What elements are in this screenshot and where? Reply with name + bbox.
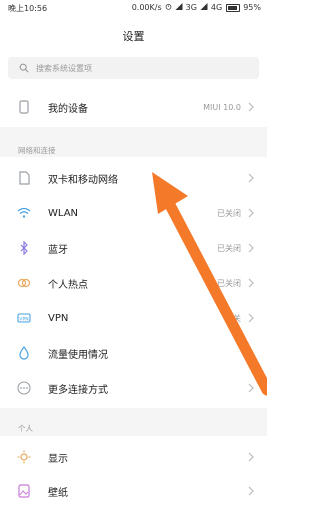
row-wallpaper[interactable]: 壁纸 — [0, 474, 267, 508]
chevron-right-icon — [247, 348, 255, 358]
row-wlan[interactable]: WLAN 已关闭 — [0, 196, 267, 230]
phone-icon — [17, 100, 31, 114]
dual-sim-label: 双卡和移动网络 — [48, 174, 118, 186]
section-header-network: 网络和连接 — [18, 146, 56, 155]
more-connections-label: 更多连接方式 — [48, 384, 108, 396]
network-speed: 0.00K/s — [131, 3, 162, 12]
battery-icon — [226, 3, 241, 12]
row-dual-sim[interactable]: 双卡和移动网络 — [0, 161, 267, 195]
chevron-right-icon — [247, 278, 255, 288]
data-usage-label: 流量使用情况 — [48, 349, 108, 361]
bluetooth-value: 已关闭 — [217, 243, 241, 253]
more-dots-icon — [17, 381, 31, 395]
status-indicators: 0.00K/s 3G 4G 95% — [132, 3, 261, 12]
chevron-right-icon — [247, 313, 255, 323]
battery-percent: 95% — [243, 3, 261, 12]
wlan-label: WLAN — [48, 207, 79, 219]
chevron-right-icon — [247, 102, 255, 112]
vpn-value: 未关 — [225, 313, 241, 323]
wallpaper-label: 壁纸 — [48, 487, 68, 499]
wifi-icon — [17, 206, 31, 220]
alarm-icon — [165, 3, 172, 12]
status-time: 晚上10:56 — [8, 4, 48, 13]
hotspot-value: 已关闭 — [217, 278, 241, 288]
svg-text:VPN: VPN — [19, 316, 28, 322]
search-placeholder: 搜索系统设置项 — [36, 63, 92, 73]
row-vpn[interactable]: VPN VPN 未关 — [0, 301, 267, 335]
search-input[interactable]: 搜索系统设置项 — [8, 57, 259, 79]
section-header-personal: 个人 — [18, 424, 33, 433]
signal-icon — [175, 3, 183, 12]
page-title: 设置 — [122, 30, 145, 43]
row-bluetooth[interactable]: 蓝牙 已关闭 — [0, 231, 267, 265]
display-label: 显示 — [48, 453, 68, 465]
vpn-label: VPN — [48, 312, 69, 324]
my-device-label: 我的设备 — [48, 103, 88, 115]
status-bar: 晚上10:56 0.00K/s 3G 4G 95% — [0, 0, 267, 16]
chevron-right-icon — [247, 383, 255, 393]
hotspot-label: 个人热点 — [48, 279, 88, 291]
network-type-3g: 3G — [185, 3, 197, 12]
section-divider — [0, 408, 267, 436]
row-display[interactable]: 显示 — [0, 440, 267, 474]
signal-icon-2 — [200, 3, 208, 12]
row-my-device[interactable]: 我的设备 MIUI 10.0 — [0, 90, 267, 124]
wallpaper-icon — [17, 484, 31, 498]
chevron-right-icon — [247, 486, 255, 496]
vpn-icon: VPN — [17, 311, 31, 325]
row-hotspot[interactable]: 个人热点 已关闭 — [0, 266, 267, 300]
chevron-right-icon — [247, 208, 255, 218]
my-device-value: MIUI 10.0 — [203, 102, 241, 112]
sim-card-icon — [17, 171, 31, 185]
chevron-right-icon — [247, 452, 255, 462]
row-data-usage[interactable]: 流量使用情况 — [0, 336, 267, 370]
bluetooth-label: 蓝牙 — [48, 244, 68, 256]
chevron-right-icon — [247, 173, 255, 183]
wlan-value: 已关闭 — [217, 208, 241, 218]
chevron-right-icon — [247, 243, 255, 253]
network-type-4g: 4G — [210, 3, 223, 12]
bluetooth-icon — [17, 241, 31, 255]
sun-icon — [17, 450, 31, 464]
hotspot-icon — [17, 276, 31, 290]
data-drop-icon — [17, 346, 31, 360]
row-more-connections[interactable]: 更多连接方式 — [0, 371, 267, 405]
search-icon — [18, 62, 30, 74]
